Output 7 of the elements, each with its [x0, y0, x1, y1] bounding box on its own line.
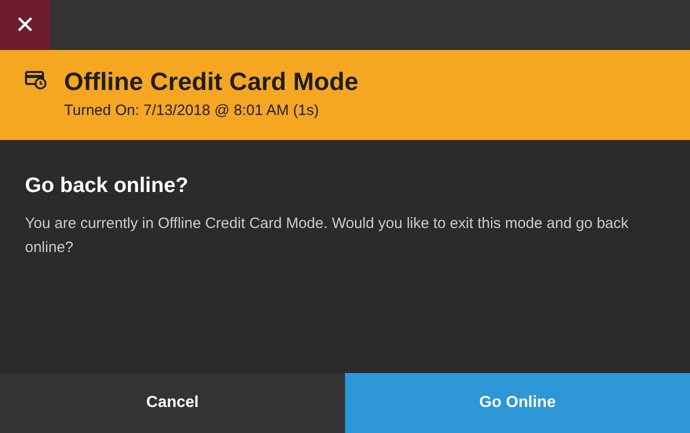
card-clock-icon [25, 70, 47, 90]
dialog-message: You are currently in Offline Credit Card Mode. Would you like to exit this mode and go back online? [25, 214, 630, 258]
cancel-button[interactable]: Cancel [0, 373, 345, 433]
dialog-heading: Go back online? [25, 174, 190, 198]
banner-title: Offline Credit Card Mode [64, 68, 358, 97]
close-button[interactable]: ✕ [0, 0, 50, 50]
banner-subtitle: Turned On: 7/13/2018 @ 8:01 AM (1s) [64, 102, 320, 119]
